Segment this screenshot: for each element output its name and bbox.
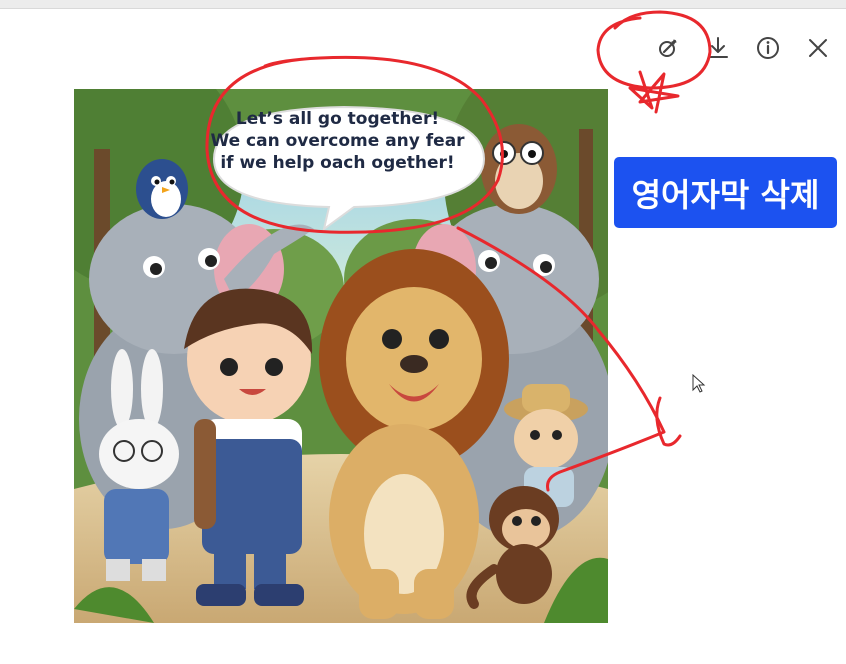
speech-bubble-text: Let’s all go together! We can overcome a… bbox=[205, 108, 470, 174]
magic-edit-icon bbox=[659, 39, 677, 57]
download-icon bbox=[708, 37, 728, 58]
download-button[interactable] bbox=[700, 30, 736, 66]
badge-label: 영어자막 삭제 bbox=[631, 175, 820, 214]
mouse-pointer-icon bbox=[692, 374, 706, 393]
delete-english-subtitle-badge: 영어자막 삭제 bbox=[614, 157, 837, 228]
window-top-edge bbox=[0, 0, 846, 9]
info-icon bbox=[757, 37, 779, 59]
info-button[interactable] bbox=[750, 30, 786, 66]
close-icon bbox=[809, 39, 827, 57]
annotation-star bbox=[628, 70, 680, 114]
blue-bird bbox=[136, 159, 188, 219]
annotation-arrow-head bbox=[655, 396, 682, 447]
speech-line-2: We can overcome any fear bbox=[210, 131, 465, 151]
edit-image-button[interactable] bbox=[650, 30, 686, 66]
speech-line-1: Let’s all go together! bbox=[235, 109, 440, 129]
image-viewer-toolbar bbox=[648, 30, 838, 70]
close-button[interactable] bbox=[800, 30, 836, 66]
owl bbox=[481, 124, 557, 214]
speech-line-3: if we help oach ogether! bbox=[220, 153, 455, 173]
